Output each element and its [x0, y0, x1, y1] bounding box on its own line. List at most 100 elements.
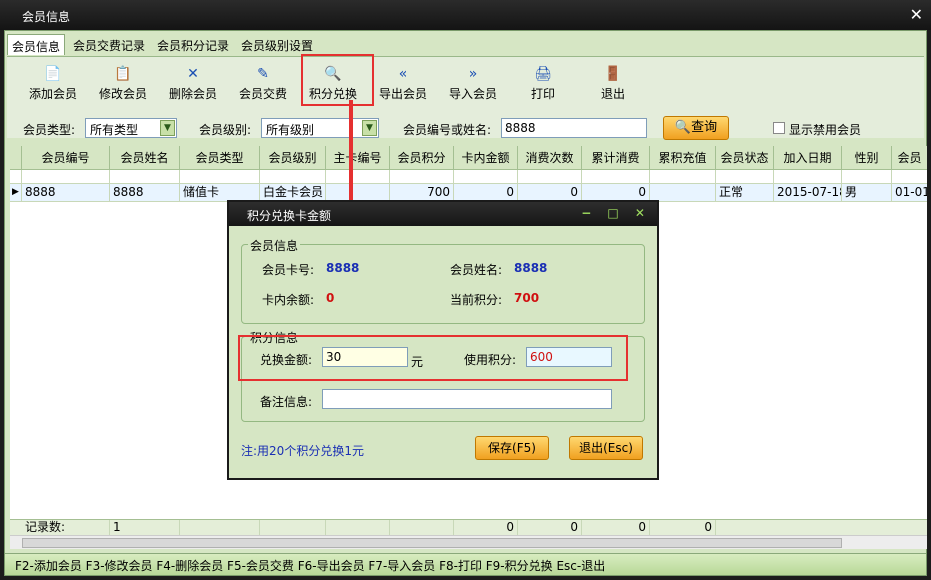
exit-button[interactable]: 🚪 退出 — [583, 65, 643, 109]
table-cell: 男 — [842, 184, 892, 202]
dialog-title: 积分兑换卡金额 — [247, 209, 332, 223]
column-header[interactable]: 性别 — [842, 146, 892, 170]
import-member-label: 导入会员 — [448, 87, 497, 101]
tab-points-records[interactable]: 会员积分记录 — [153, 34, 233, 55]
horizontal-scrollbar[interactable] — [10, 535, 927, 549]
note-label: 备注信息: — [260, 395, 313, 409]
column-header[interactable]: 累积充值 — [650, 146, 716, 170]
column-header[interactable]: 会员类型 — [180, 146, 260, 170]
table-cell: 8888 — [110, 184, 180, 202]
card-number-label: 会员卡号: — [262, 263, 315, 277]
card-balance-value: 0 — [326, 291, 335, 305]
exchange-hint: 注:用20个积分兑换1元 — [241, 444, 364, 458]
table-cell: 01-01 — [895, 185, 927, 199]
column-header[interactable]: 会员积分 — [390, 146, 454, 170]
clipboard-icon: 📋 — [114, 66, 132, 82]
filter-cell — [110, 170, 180, 184]
member-level-select[interactable]: 所有级别 ▼ — [261, 118, 379, 138]
filter-cell — [716, 170, 774, 184]
filter-cell — [842, 170, 892, 184]
window-controls-icon[interactable]: − □ ✕ — [581, 206, 651, 220]
column-header[interactable]: 会员编号 — [22, 146, 110, 170]
edit-member-label: 修改会员 — [98, 87, 147, 101]
summary-cell: 0 — [582, 520, 650, 536]
filter-cell — [774, 170, 842, 184]
filter-cell — [10, 170, 22, 184]
summary-cell: 0 — [518, 520, 582, 536]
show-disabled-checkbox[interactable] — [773, 122, 785, 134]
add-member-button[interactable]: 📄 添加会员 — [23, 65, 83, 109]
summary-cell — [390, 520, 454, 536]
query-label: 查询 — [691, 120, 718, 135]
column-header[interactable]: 累计消费 — [582, 146, 650, 170]
delete-member-button[interactable]: ✕ 删除会员 — [163, 65, 223, 109]
filter-cell — [518, 170, 582, 184]
column-header[interactable]: 卡内金额 — [454, 146, 518, 170]
print-button[interactable]: 🖨 打印 — [513, 65, 573, 109]
chevron-down-icon[interactable]: ▼ — [362, 120, 377, 136]
record-count-label: 记录数: — [22, 520, 110, 536]
record-count-value: 1 — [110, 520, 180, 536]
export-member-button[interactable]: « 导出会员 — [373, 65, 433, 109]
member-payment-label: 会员交费 — [238, 87, 287, 101]
delete-member-label: 删除会员 — [168, 87, 217, 101]
new-document-icon: 📄 — [44, 66, 62, 82]
filter-cell — [22, 170, 110, 184]
card-balance-label: 卡内余额: — [262, 293, 315, 307]
member-info-group: 会员信息 会员卡号: 8888 会员姓名: 8888 卡内余额: 0 当前积分:… — [241, 237, 645, 324]
tab-payment-records[interactable]: 会员交费记录 — [69, 34, 149, 55]
main-window: 会员信息 ✕ 会员信息 会员交费记录 会员积分记录 会员级别设置 📄 添加会员 … — [0, 0, 931, 580]
save-button[interactable]: 保存(F5) — [475, 436, 549, 460]
member-type-label: 会员类型: — [23, 123, 76, 137]
exit-label: 退出 — [600, 87, 625, 101]
filter-cell — [326, 170, 390, 184]
title-bar: 会员信息 ✕ — [0, 0, 931, 30]
scrollbar-thumb[interactable] — [22, 538, 842, 548]
current-points-value: 700 — [514, 291, 540, 305]
member-type-select[interactable]: 所有类型 ▼ — [85, 118, 177, 138]
row-pointer-icon: ▶ — [10, 184, 22, 202]
column-header[interactable]: 会员 — [892, 146, 927, 170]
table-cell: 2015-07-18 — [774, 184, 842, 202]
column-header[interactable]: 会员级别 — [260, 146, 326, 170]
close-icon[interactable]: ✕ — [910, 5, 923, 24]
table-cell: 正常 — [716, 184, 774, 202]
column-header[interactable]: 会员状态 — [716, 146, 774, 170]
member-level-label: 会员级别: — [199, 123, 252, 137]
member-type-value: 所有类型 — [90, 123, 139, 137]
pen-icon: ✎ — [257, 66, 269, 82]
member-name-label: 会员姓名: — [450, 263, 503, 277]
member-level-value: 所有级别 — [266, 123, 315, 137]
printer-icon: 🖨 — [534, 66, 552, 82]
edit-member-button[interactable]: 📋 修改会员 — [93, 65, 153, 109]
chevron-down-icon[interactable]: ▼ — [160, 120, 175, 136]
search-input[interactable]: 8888 — [501, 118, 647, 138]
exit-door-icon: 🚪 — [604, 66, 622, 82]
column-header[interactable]: 主卡编号 — [326, 146, 390, 170]
filter-cell — [260, 170, 326, 184]
column-header[interactable]: 消费次数 — [518, 146, 582, 170]
column-header[interactable]: 会员姓名 — [110, 146, 180, 170]
filter-cell — [390, 170, 454, 184]
print-label: 打印 — [530, 87, 555, 101]
table-header: 会员编号 会员姓名 会员类型 会员级别 主卡编号 会员积分 卡内金额 消费次数 … — [10, 146, 927, 170]
filter-row[interactable] — [10, 170, 927, 184]
row-indicator-header — [10, 146, 22, 170]
dialog-exit-button[interactable]: 退出(Esc) — [569, 436, 643, 460]
column-header[interactable]: 加入日期 — [774, 146, 842, 170]
summary-cell — [180, 520, 260, 536]
query-button[interactable]: 🔍查询 — [663, 116, 729, 140]
import-member-button[interactable]: » 导入会员 — [443, 65, 503, 109]
member-payment-button[interactable]: ✎ 会员交费 — [233, 65, 293, 109]
note-input[interactable] — [322, 389, 612, 409]
highlight-box-points-info — [238, 335, 628, 381]
summary-cell — [326, 520, 390, 536]
show-disabled-label: 显示禁用会员 — [789, 123, 862, 137]
tab-level-settings[interactable]: 会员级别设置 — [237, 34, 317, 55]
delete-icon: ✕ — [187, 66, 199, 82]
tab-member-info[interactable]: 会员信息 — [7, 34, 66, 55]
add-member-label: 添加会员 — [28, 87, 77, 101]
filter-cell — [180, 170, 260, 184]
search-label: 会员编号或姓名: — [403, 123, 492, 137]
table-cell: 8888 — [22, 184, 110, 202]
